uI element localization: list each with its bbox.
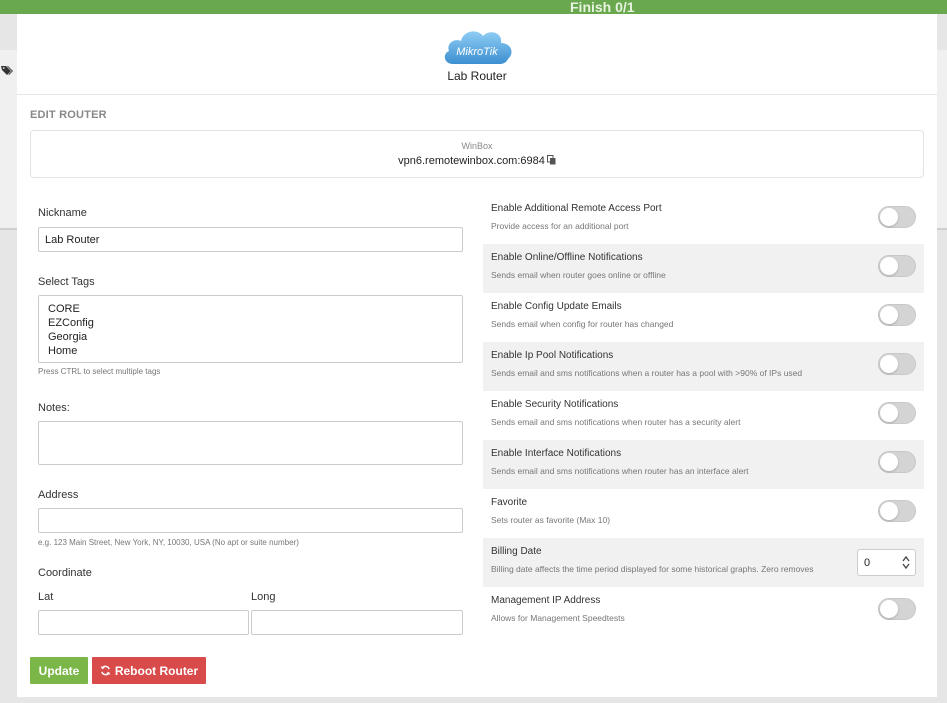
reboot-router-button[interactable]: Reboot Router — [92, 657, 206, 684]
winbox-label: WinBox — [461, 141, 493, 151]
select-tags-label: Select Tags — [38, 276, 95, 288]
setting-row: Favorite Sets router as favorite (Max 10) — [483, 489, 924, 538]
winbox-box: WinBox vpn6.remotewinbox.com:6984 — [30, 130, 924, 178]
setting-description: Sends email when router goes online or o… — [491, 270, 666, 280]
nickname-label: Nickname — [38, 207, 87, 219]
setting-title: Enable Online/Offline Notifications — [491, 252, 643, 263]
tag-icon — [1, 65, 13, 79]
setting-row: Enable Additional Remote Access Port Prov… — [483, 195, 924, 244]
toggle-switch[interactable] — [878, 500, 916, 522]
setting-title: Management IP Address — [491, 595, 601, 606]
setting-description: Provide access for an additional port — [491, 221, 629, 231]
lat-input[interactable] — [38, 610, 249, 635]
setting-row: Enable Security Notifications Sends email… — [483, 391, 924, 440]
billing-date-input[interactable]: 0 — [857, 549, 916, 576]
tag-option[interactable]: Georgia — [48, 330, 453, 344]
background-topbar: Finish 0/1 — [0, 0, 947, 15]
tags-select[interactable]: CORE EZConfig Georgia Home — [38, 295, 463, 363]
toggle-switch[interactable] — [878, 402, 916, 424]
logo-text: MikroTik — [456, 46, 498, 58]
setting-title: Enable Ip Pool Notifications — [491, 350, 614, 361]
setting-title: Enable Interface Notifications — [491, 448, 622, 459]
coordinate-label: Coordinate — [38, 567, 92, 579]
long-label: Long — [251, 591, 276, 603]
nickname-input[interactable] — [38, 227, 463, 252]
tag-option[interactable]: EZConfig — [48, 316, 453, 330]
notes-textarea[interactable] — [38, 421, 463, 465]
long-input[interactable] — [251, 610, 463, 635]
background-topbar-text: Finish 0/1 — [570, 0, 635, 15]
address-input[interactable] — [38, 508, 463, 533]
setting-description: Sends email and sms notifications when r… — [491, 417, 741, 427]
toggle-switch[interactable] — [878, 304, 916, 326]
notes-label: Notes: — [38, 402, 70, 414]
setting-title: Enable Security Notifications — [491, 399, 619, 410]
reboot-router-label: Reboot Router — [114, 663, 199, 678]
edit-router-modal: MikroTik Lab Router EDIT ROUTER WinBox v… — [17, 14, 937, 697]
address-hint: e.g. 123 Main Street, New York, NY, 1003… — [38, 538, 299, 547]
modal-body: EDIT ROUTER WinBox vpn6.remotewinbox.com… — [17, 95, 937, 697]
setting-description: Sets router as favorite (Max 10) — [491, 515, 611, 525]
toggle-switch[interactable] — [878, 451, 916, 473]
winbox-address: vpn6.remotewinbox.com:6984 — [398, 155, 545, 167]
setting-row: Enable Ip Pool Notifications Sends email … — [483, 342, 924, 391]
toggle-switch[interactable] — [878, 255, 916, 277]
setting-description: Sends email and sms notifications when r… — [491, 466, 749, 476]
router-name: Lab Router — [447, 69, 507, 83]
setting-title: Favorite — [491, 497, 528, 508]
setting-row: Billing Date Billing date affects the tim… — [483, 538, 924, 587]
setting-row: Management IP Address Allows for Manageme… — [483, 587, 924, 636]
billing-date-value: 0 — [864, 556, 871, 569]
modal-header: MikroTik Lab Router — [17, 14, 937, 95]
setting-row: Enable Config Update Emails Sends email w… — [483, 293, 924, 342]
update-button[interactable]: Update — [30, 657, 88, 684]
setting-row: Enable Interface Notifications Sends emai… — [483, 440, 924, 489]
setting-description: Billing date affects the time period dis… — [491, 564, 814, 574]
mikrotik-logo: MikroTik — [441, 26, 515, 66]
tag-option[interactable]: CORE — [48, 302, 453, 316]
setting-title: Billing Date — [491, 546, 542, 557]
setting-description: Allows for Management Speedtests — [491, 613, 625, 623]
toggle-switch[interactable] — [878, 598, 916, 620]
section-title: EDIT ROUTER — [30, 109, 107, 121]
toggle-switch[interactable] — [878, 206, 916, 228]
lat-label: Lat — [38, 591, 54, 603]
setting-description: Sends email when config for router has c… — [491, 319, 674, 329]
spinner-icon[interactable] — [902, 555, 910, 570]
refresh-icon — [100, 665, 111, 676]
tag-option[interactable]: Home — [48, 344, 453, 358]
setting-description: Sends email and sms notifications when a… — [491, 368, 803, 378]
winbox-address-row: vpn6.remotewinbox.com:6984 — [31, 155, 923, 168]
address-label: Address — [38, 489, 79, 501]
tags-hint: Press CTRL to select multiple tags — [38, 367, 161, 376]
setting-row: Enable Online/Offline Notifications Sends… — [483, 244, 924, 293]
setting-title: Enable Additional Remote Access Port — [491, 203, 662, 214]
setting-title: Enable Config Update Emails — [491, 301, 622, 312]
copy-icon[interactable] — [546, 155, 556, 168]
toggle-switch[interactable] — [878, 353, 916, 375]
